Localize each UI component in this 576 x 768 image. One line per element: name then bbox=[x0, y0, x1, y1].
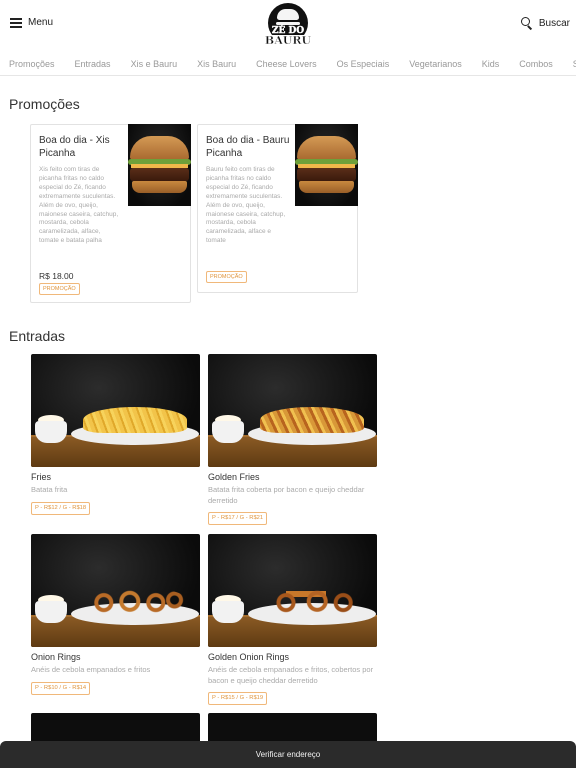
promo-card[interactable]: Boa do dia - Bauru Picanha Bauru feito c… bbox=[197, 124, 358, 293]
section-title-promocoes: Promoções bbox=[9, 96, 80, 112]
product-image bbox=[208, 354, 377, 467]
tab-cheese-lovers[interactable]: Cheese Lovers bbox=[246, 54, 327, 75]
promo-image bbox=[295, 124, 358, 206]
product-description: Batata frita bbox=[31, 485, 68, 494]
product-image-partial[interactable] bbox=[208, 713, 377, 743]
promo-description: Xis feito com tiras de picanha fritas no… bbox=[39, 166, 119, 245]
tab-xis-e-bauru[interactable]: Xis e Bauru bbox=[121, 54, 188, 75]
product-name: Fries bbox=[31, 472, 51, 482]
logo-text-bottom: BAURU bbox=[264, 34, 312, 47]
tab-vegetarianos[interactable]: Vegetarianos bbox=[399, 54, 472, 75]
product-name: Golden Onion Rings bbox=[208, 652, 290, 662]
product-card[interactable]: Onion Rings Anéis de cebola empanados e … bbox=[31, 534, 200, 695]
product-description: Anéis de cebola empanados e fritos, cobe… bbox=[208, 665, 374, 685]
verify-address-label: Verificar endereço bbox=[255, 750, 321, 759]
search-icon bbox=[520, 17, 533, 30]
hamburger-icon bbox=[10, 17, 22, 28]
product-description: Batata frita coberta por bacon e queijo … bbox=[208, 485, 365, 505]
product-description: Anéis de cebola empanados e fritos bbox=[31, 665, 151, 674]
promo-title: Boa do dia - Bauru Picanha bbox=[206, 135, 290, 159]
product-image bbox=[31, 534, 200, 647]
tab-kids[interactable]: Kids bbox=[472, 54, 510, 75]
price-badge: P - R$17 / G - R$21 bbox=[208, 512, 268, 525]
brand-logo[interactable]: ZÉ DO BAURU bbox=[264, 3, 312, 47]
search-button[interactable]: Buscar bbox=[520, 17, 570, 30]
menu-label: Menu bbox=[28, 17, 54, 28]
price-badge: P - R$15 / G - R$19 bbox=[208, 692, 268, 705]
product-name: Golden Fries bbox=[208, 472, 260, 482]
tab-entradas[interactable]: Entradas bbox=[65, 54, 121, 75]
promo-card[interactable]: Boa do dia - Xis Picanha Xis feito com t… bbox=[30, 124, 191, 303]
promo-badge: PROMOÇÃO bbox=[206, 271, 247, 283]
price-badge: P - R$12 / G - R$18 bbox=[31, 501, 91, 515]
tab-xis-bauru[interactable]: Xis Bauru bbox=[187, 54, 246, 75]
menu-button[interactable]: Menu bbox=[10, 17, 53, 28]
product-card[interactable]: Golden Fries Batata frita coberta por ba… bbox=[208, 354, 377, 525]
promo-description: Bauru feito com tiras de picanha fritas … bbox=[206, 166, 286, 245]
tab-sobremesas[interactable]: Sobremesas bbox=[563, 54, 576, 75]
product-image-partial[interactable] bbox=[31, 713, 200, 743]
product-card[interactable]: Fries Batata frita P - R$12 / G - R$18 bbox=[31, 354, 200, 515]
product-image bbox=[208, 534, 377, 647]
tab-promocoes[interactable]: Promoções bbox=[0, 54, 65, 75]
product-image bbox=[31, 354, 200, 467]
search-label: Buscar bbox=[538, 17, 570, 29]
product-name: Onion Rings bbox=[31, 652, 81, 662]
tab-combos[interactable]: Combos bbox=[509, 54, 563, 75]
product-card[interactable]: Golden Onion Rings Anéis de cebola empan… bbox=[208, 534, 377, 705]
category-tabs: Promoções Entradas Xis e Bauru Xis Bauru… bbox=[0, 54, 576, 76]
price-badge: P - R$10 / G - R$14 bbox=[31, 681, 91, 695]
tab-os-especiais[interactable]: Os Especiais bbox=[327, 54, 400, 75]
promo-price: R$ 18.00 bbox=[39, 271, 74, 281]
promo-title: Boa do dia - Xis Picanha bbox=[39, 135, 110, 159]
promo-image bbox=[128, 124, 191, 206]
section-title-entradas: Entradas bbox=[9, 328, 66, 344]
app-header: Menu ZÉ DO BAURU Buscar bbox=[0, 0, 576, 50]
promo-badge: PROMOÇÃO bbox=[39, 283, 80, 295]
verify-address-button[interactable]: Verificar endereço bbox=[0, 741, 576, 768]
